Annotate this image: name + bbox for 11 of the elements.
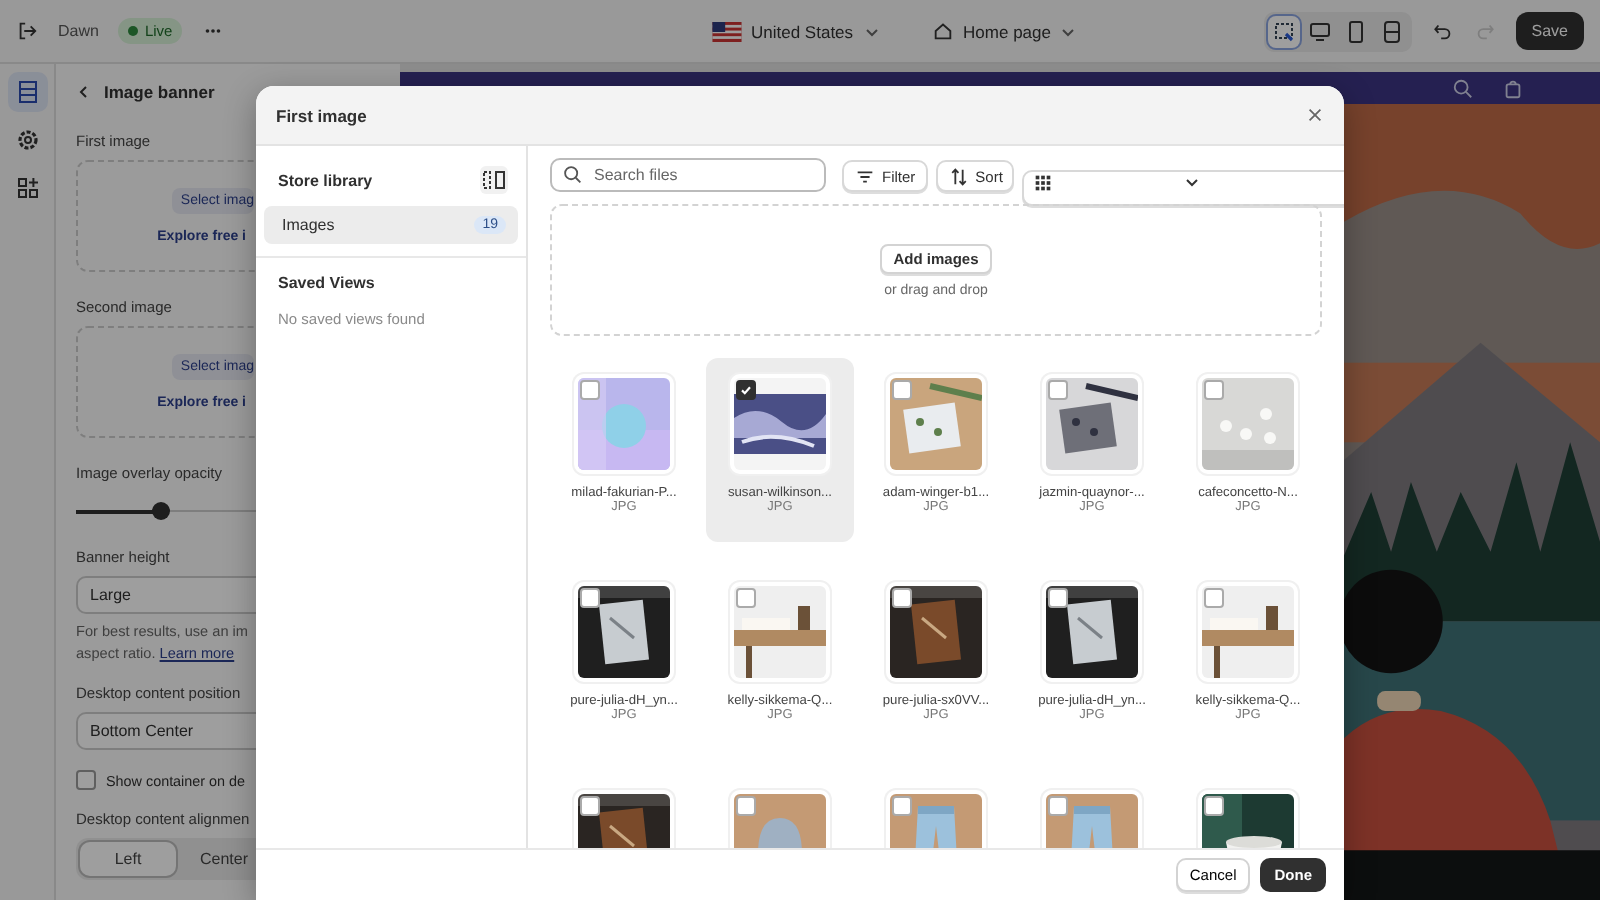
- save-button[interactable]: Save: [1515, 12, 1584, 50]
- section-title: Image banner: [104, 82, 215, 102]
- saved-views-heading: Saved Views: [276, 274, 377, 292]
- dialog-title: First image: [276, 105, 367, 125]
- search-field[interactable]: Search files: [550, 158, 826, 192]
- market-dropdown[interactable]: United States: [711, 21, 880, 41]
- alignment-option[interactable]: Left: [80, 842, 176, 877]
- library-heading: Store library: [278, 171, 373, 189]
- theme-name: Dawn: [58, 22, 99, 40]
- page-dropdown[interactable]: Home page: [931, 20, 1077, 42]
- alignment-option[interactable]: Center: [176, 842, 272, 877]
